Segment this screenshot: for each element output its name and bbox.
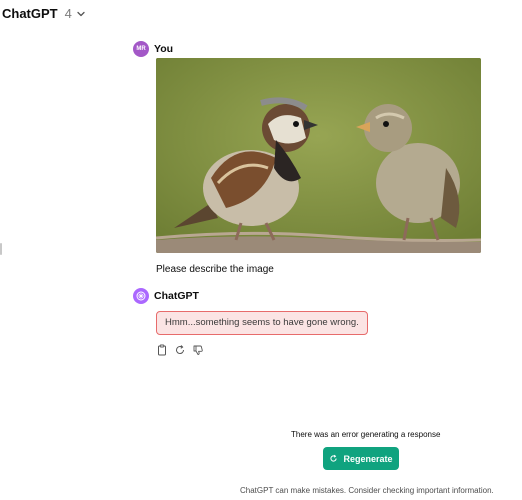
- chat-page: ChatGPT 4 MR You Please describe the ima…: [0, 0, 522, 500]
- thumbs-down-icon[interactable]: [192, 344, 204, 356]
- assistant-name: ChatGPT: [154, 290, 199, 302]
- regenerate-button[interactable]: Regenerate: [323, 447, 399, 470]
- model-version: 4: [64, 6, 72, 21]
- generation-error-text: There was an error generating a response: [291, 430, 441, 439]
- sparrows-illustration: [156, 58, 481, 253]
- uploaded-image[interactable]: [156, 58, 481, 253]
- user-avatar: MR: [133, 41, 149, 57]
- regenerate-icon[interactable]: [174, 344, 186, 356]
- user-name: You: [154, 43, 174, 55]
- regenerate-label: Regenerate: [343, 453, 393, 464]
- regenerate-icon: [330, 454, 338, 462]
- assistant-message-header: ChatGPT: [133, 287, 199, 305]
- user-message-text: Please describe the image: [156, 264, 274, 275]
- chevron-down-icon: [77, 11, 85, 16]
- user-message-header: MR You: [133, 40, 173, 58]
- disclaimer-text: ChatGPT can make mistakes. Consider chec…: [240, 486, 494, 495]
- sidebar-toggle-handle[interactable]: [0, 243, 2, 255]
- model-name: ChatGPT: [2, 6, 58, 21]
- message-actions: [156, 344, 204, 356]
- error-message-box: Hmm...something seems to have gone wrong…: [156, 311, 368, 335]
- chatgpt-logo-icon: [133, 288, 149, 304]
- model-switcher[interactable]: ChatGPT 4: [2, 6, 86, 21]
- clipboard-icon[interactable]: [156, 344, 168, 356]
